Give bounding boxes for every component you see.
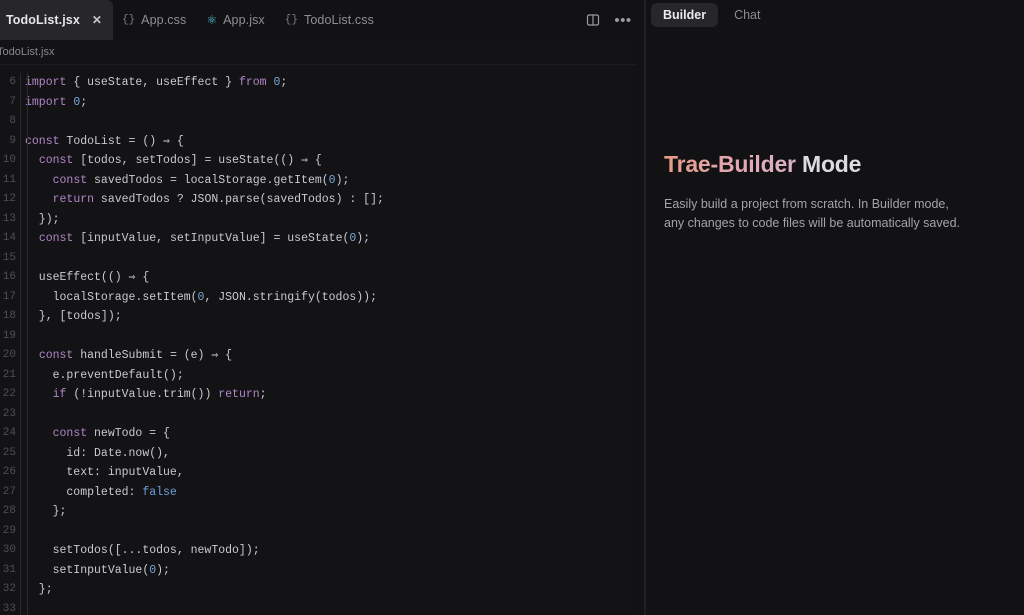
code-line: }, [todos]);: [25, 310, 122, 323]
line-number: 27: [2, 485, 16, 498]
code-line: e.preventDefault();: [25, 368, 184, 382]
code-line: import 0;: [25, 95, 88, 109]
line-number: 15: [2, 251, 16, 264]
code-line: import { useState, useEffect } from 0;: [25, 76, 288, 89]
more-options-icon[interactable]: •••: [614, 11, 632, 29]
split-editor-icon[interactable]: [584, 11, 602, 29]
code-line: setTodos([...todos, newTodo]);: [25, 544, 260, 557]
line-number: 24: [2, 427, 16, 439]
code-line: const savedTodos = localStorage.getItem(…: [52, 173, 350, 187]
code-line: localStorage.setItem(0, JSON.stringify(t…: [25, 290, 377, 304]
editor-tab-todolist-jsx[interactable]: TodoList.jsx ✕: [0, 0, 113, 40]
builder-title-mode: Mode: [795, 151, 862, 177]
code-line: id: Date.now(),: [25, 446, 170, 460]
line-number: 12: [2, 193, 16, 205]
line-number: 8: [9, 115, 16, 127]
builder-panel-tabs: Builder Chat: [646, 0, 1024, 30]
editor-tab-todolist-css[interactable]: {} TodoList.css: [276, 0, 385, 40]
close-icon[interactable]: ✕: [92, 14, 102, 26]
line-number: 26: [2, 466, 16, 478]
builder-title: Trae-Builder Mode: [664, 150, 1024, 179]
line-number: 19: [2, 329, 16, 342]
line-number: 28: [2, 505, 16, 517]
code-line: const [inputValue, setInputValue] = useS…: [38, 232, 371, 245]
line-number: 31: [2, 563, 16, 576]
panel-tab-builder[interactable]: Builder: [651, 3, 719, 27]
trae-ide-window: TodoList.jsx ✕ {} App.css ⚛ App.jsx {} TodoList…: [0, 0, 1024, 615]
line-number: 17: [2, 290, 16, 303]
editor-tabs: TodoList.jsx ✕ {} App.css ⚛ App.jsx {} TodoList…: [0, 0, 576, 40]
line-number: 25: [2, 446, 16, 459]
code-lines: import { useState, useEffect } from 0; im…: [25, 73, 646, 615]
line-number: 10: [2, 154, 16, 166]
code-line: setInputValue(0);: [25, 563, 170, 577]
code-line: text: inputValue,: [25, 466, 184, 479]
editor-tab-label: TodoList.jsx: [6, 13, 80, 27]
line-number: 14: [2, 232, 16, 244]
breadcrumb[interactable]: TodoList.jsx: [0, 40, 646, 65]
editor-tab-label: TodoList.css: [304, 13, 374, 27]
code-line: });: [25, 212, 60, 226]
editor-tab-app-jsx[interactable]: ⚛ App.jsx: [197, 0, 275, 40]
code-line: const newTodo = {: [52, 427, 170, 440]
code-line: const handleSubmit = (e) ⇒ {: [38, 349, 233, 362]
line-number: 16: [2, 271, 16, 283]
line-number: 6: [9, 76, 16, 88]
line-number-gutter: 6 7 8 9 10 11 12 13 14 15 16 17 18 19 20 21 22 23 24 25 26 27…: [0, 73, 16, 615]
indent-guide: [27, 73, 28, 615]
code-line: useEffect(() ⇒ {: [25, 271, 150, 284]
breadcrumb-file: TodoList.jsx: [0, 46, 55, 58]
code-surface[interactable]: import { useState, useEffect } from 0; im…: [16, 73, 646, 615]
line-number: 33: [2, 602, 16, 615]
editor-tab-label: App.jsx: [223, 13, 265, 27]
line-number: 20: [2, 349, 16, 361]
line-number: 21: [2, 368, 16, 381]
line-number: 11: [2, 173, 16, 186]
code-line: completed: false: [25, 485, 177, 499]
editor-pane: TodoList.jsx ✕ {} App.css ⚛ App.jsx {} TodoList…: [0, 0, 646, 615]
braces-file-icon: {}: [284, 13, 298, 26]
editor-tabbar-actions: •••: [576, 0, 646, 40]
line-number: 7: [9, 95, 16, 108]
indent-guide: [20, 73, 21, 615]
line-number: 30: [2, 544, 16, 556]
line-number: 29: [2, 524, 16, 537]
line-number: 9: [9, 134, 16, 147]
more-options-glyph: •••: [614, 11, 632, 29]
code-line: };: [25, 505, 67, 518]
code-editor[interactable]: 6 7 8 9 10 11 12 13 14 15 16 17 18 19 20 21 22 23 24 25 26 27…: [0, 65, 646, 615]
code-line: if (!inputValue.trim()) return;: [52, 388, 267, 401]
line-number: 18: [2, 310, 16, 322]
builder-title-accent: Trae-Builder: [664, 151, 796, 177]
builder-subtitle: Easily build a project from scratch. In …: [664, 196, 960, 230]
line-number: 32: [2, 583, 16, 595]
builder-panel: Builder Chat Trae-Builder Mode Easily bui…: [646, 0, 1024, 615]
editor-tab-label: App.css: [141, 13, 187, 27]
code-line: const TodoList = () ⇒ {: [25, 134, 184, 148]
code-line: };: [25, 583, 53, 596]
line-number: 13: [2, 212, 16, 225]
code-line: const [todos, setTodos] = useState(() ⇒ …: [38, 154, 322, 167]
braces-file-icon: {}: [121, 13, 136, 26]
line-number: 23: [2, 407, 16, 420]
editor-tab-app-css[interactable]: {} App.css: [113, 0, 197, 40]
react-file-icon: ⚛: [206, 13, 218, 27]
code-line: return savedTodos ? JSON.parse(savedTodo…: [52, 193, 384, 206]
builder-hero: Trae-Builder Mode Easily build a project…: [646, 150, 1024, 233]
editor-tab-bar: TodoList.jsx ✕ {} App.css ⚛ App.jsx {} TodoList…: [0, 0, 646, 40]
panel-tab-chat[interactable]: Chat: [722, 3, 772, 27]
line-number: 22: [2, 388, 16, 400]
